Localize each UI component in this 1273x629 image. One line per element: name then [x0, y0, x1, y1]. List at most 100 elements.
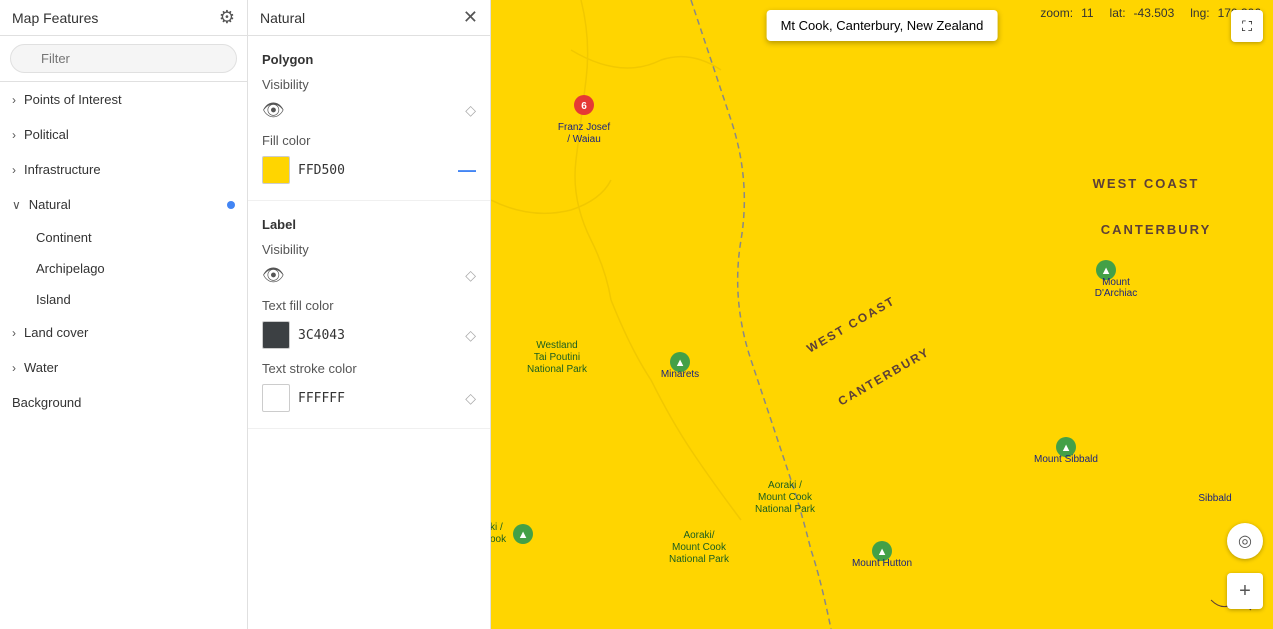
sidebar-item-background[interactable]: Background — [0, 385, 247, 420]
fill-color-swatch[interactable] — [262, 156, 290, 184]
polygon-section: Polygon Visibility 👁 ◇ Fill color FFD500… — [248, 36, 490, 201]
svg-text:National Park: National Park — [755, 504, 816, 515]
sidebar-item-water[interactable]: › Water — [0, 350, 247, 385]
svg-text:Minarets: Minarets — [661, 369, 699, 380]
sidebar-item-label: Points of Interest — [24, 92, 122, 107]
sidebar-item-label: Infrastructure — [24, 162, 101, 177]
svg-text:▲: ▲ — [1061, 442, 1072, 454]
sidebar-subitem-label: Continent — [36, 230, 92, 245]
svg-text:6: 6 — [581, 101, 587, 112]
chevron-right-icon: › — [12, 361, 16, 375]
gear-button[interactable]: ⚙ — [219, 7, 235, 28]
nav-list: › Points of Interest › Political › Infra… — [0, 82, 247, 629]
panel-header: Natural ✕ — [248, 0, 490, 36]
diamond-icon[interactable]: ◇ — [465, 102, 476, 119]
color-left: FFFFFF — [262, 384, 345, 412]
label-eye-icon[interactable]: 👁 — [262, 265, 285, 286]
text-stroke-color-row: FFFFFF ◇ — [262, 384, 476, 412]
svg-text:ki /: ki / — [491, 522, 503, 533]
polygon-visibility-row: 👁 ◇ — [262, 100, 476, 121]
sidebar-item-label: Political — [24, 127, 69, 142]
filter-container: ⊟ — [0, 36, 247, 82]
sidebar-subitem-archipelago[interactable]: Archipelago — [0, 253, 247, 284]
sidebar-subitem-continent[interactable]: Continent — [0, 222, 247, 253]
svg-text:Mount: Mount — [1102, 277, 1130, 288]
svg-text:Mount Sibbald: Mount Sibbald — [1034, 454, 1098, 465]
fullscreen-button[interactable]: ⛶ — [1231, 10, 1263, 42]
sidebar-item-land-cover[interactable]: › Land cover — [0, 315, 247, 350]
svg-text:Aoraki /: Aoraki / — [768, 480, 802, 491]
middle-panel: Natural ✕ Polygon Visibility 👁 ◇ Fill co… — [248, 0, 491, 629]
eye-icon[interactable]: 👁 — [262, 100, 285, 121]
lat-label: lat: — [1110, 6, 1126, 20]
text-stroke-color-swatch[interactable] — [262, 384, 290, 412]
close-button[interactable]: ✕ — [463, 7, 478, 28]
text-stroke-color-label: Text stroke color — [262, 361, 476, 376]
svg-text:WEST COAST: WEST COAST — [1093, 176, 1200, 191]
sidebar-subitem-label: Island — [36, 292, 71, 307]
sidebar-item-political[interactable]: › Political — [0, 117, 247, 152]
svg-text:▲: ▲ — [518, 529, 529, 541]
left-sidebar: Map Features ⚙ ⊟ › Points of Interest › … — [0, 0, 248, 629]
chevron-right-icon: › — [12, 93, 16, 107]
active-dot — [227, 201, 235, 209]
svg-text:National Park: National Park — [669, 554, 730, 565]
svg-text:Mount Cook: Mount Cook — [672, 542, 727, 553]
text-fill-color-value: 3C4043 — [298, 328, 345, 343]
svg-text:WEST COAST: WEST COAST — [804, 293, 898, 355]
label-visibility-label: Visibility — [262, 242, 476, 257]
text-stroke-diamond-icon[interactable]: ◇ — [465, 390, 476, 407]
zoom-plus-icon: + — [1239, 580, 1251, 603]
sidebar-subitem-island[interactable]: Island — [0, 284, 247, 315]
polygon-title: Polygon — [262, 52, 476, 67]
svg-text:ook: ook — [491, 534, 507, 545]
polygon-fill-color-row: FFD500 — — [262, 156, 476, 184]
zoom-value: 11 — [1081, 6, 1093, 20]
chevron-right-icon: › — [12, 128, 16, 142]
svg-text:▲: ▲ — [877, 546, 888, 558]
lat-value: -43.503 — [1134, 6, 1175, 20]
filter-input[interactable] — [10, 44, 237, 73]
filter-wrapper: ⊟ — [10, 44, 237, 73]
fill-color-value: FFD500 — [298, 163, 345, 178]
fill-color-label: Fill color — [262, 133, 476, 148]
text-stroke-color-value: FFFFFF — [298, 391, 345, 406]
svg-text:Sibbald: Sibbald — [1198, 493, 1231, 504]
search-text: Mt Cook, Canterbury, New Zealand — [781, 18, 984, 33]
chevron-down-icon: ∨ — [12, 198, 21, 212]
gear-icon: ⚙ — [219, 7, 235, 28]
lng-label: lng: — [1190, 6, 1209, 20]
close-icon: ✕ — [463, 7, 478, 27]
map-search-box: Mt Cook, Canterbury, New Zealand — [767, 10, 998, 41]
map-area[interactable]: zoom: 11 lat: -43.503 lng: 170.306 Mt Co… — [491, 0, 1273, 629]
text-fill-color-label: Text fill color — [262, 298, 476, 313]
text-fill-color-swatch[interactable] — [262, 321, 290, 349]
sidebar-title: Map Features — [12, 10, 98, 26]
sidebar-item-label: Water — [24, 360, 58, 375]
fullscreen-icon: ⛶ — [1242, 18, 1252, 35]
svg-text:National Park: National Park — [527, 364, 588, 375]
sidebar-item-infrastructure[interactable]: › Infrastructure — [0, 152, 247, 187]
fill-minus-icon[interactable]: — — [458, 160, 476, 181]
svg-text:Aoraki/: Aoraki/ — [683, 530, 714, 541]
svg-text:CANTERBURY: CANTERBURY — [1101, 222, 1212, 237]
svg-text:Franz Josef: Franz Josef — [558, 122, 610, 133]
color-left: 3C4043 — [262, 321, 345, 349]
text-fill-color-row: 3C4043 ◇ — [262, 321, 476, 349]
chevron-right-icon: › — [12, 163, 16, 177]
sidebar-item-points-of-interest[interactable]: › Points of Interest — [0, 82, 247, 117]
svg-text:▲: ▲ — [1101, 265, 1112, 277]
location-button[interactable]: ◎ — [1227, 523, 1263, 559]
svg-text:CANTERBURY: CANTERBURY — [836, 345, 933, 409]
svg-text:Mount Cook: Mount Cook — [758, 492, 813, 503]
panel-title: Natural — [260, 10, 305, 26]
label-section-title: Label — [262, 217, 476, 232]
text-fill-diamond-icon[interactable]: ◇ — [465, 327, 476, 344]
sidebar-item-label: Land cover — [24, 325, 88, 340]
zoom-in-button[interactable]: + — [1227, 573, 1263, 609]
svg-text:Mount Hutton: Mount Hutton — [852, 558, 912, 569]
svg-text:▲: ▲ — [675, 357, 686, 369]
chevron-right-icon: › — [12, 326, 16, 340]
sidebar-item-natural[interactable]: ∨ Natural — [0, 187, 247, 222]
label-diamond-icon[interactable]: ◇ — [465, 267, 476, 284]
